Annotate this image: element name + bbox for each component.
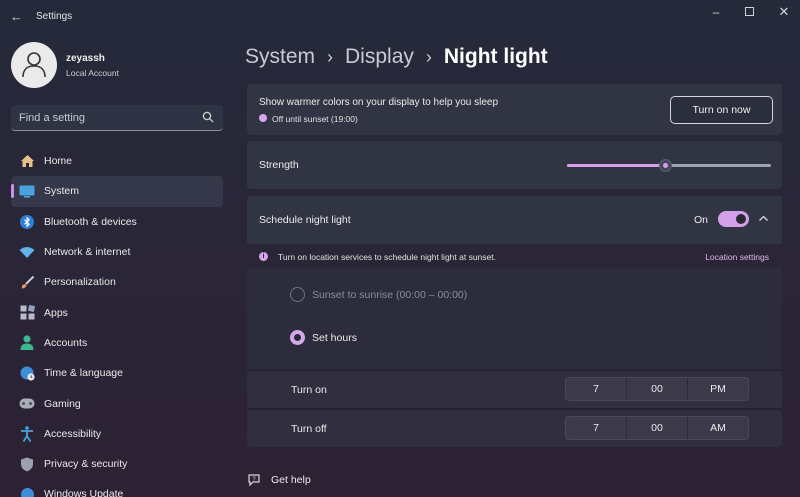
get-help-link[interactable]: ? Get help	[247, 473, 311, 487]
search-icon[interactable]	[202, 111, 214, 123]
turn-on-row: Turn on 7 00 PM	[247, 370, 782, 408]
sidebar-item-windows-update[interactable]: Windows Update	[11, 479, 223, 497]
sidebar-item-accessibility[interactable]: Accessibility	[11, 419, 223, 449]
sidebar-item-bluetooth[interactable]: Bluetooth & devices	[11, 207, 223, 237]
minute-field[interactable]: 00	[627, 378, 688, 400]
breadcrumb-display[interactable]: Display	[345, 45, 414, 69]
home-icon	[19, 153, 35, 169]
turn-off-label: Turn off	[291, 423, 327, 435]
sidebar-item-time-language[interactable]: Time & language	[11, 358, 223, 388]
app-title: Settings	[36, 11, 73, 22]
night-light-status: Off until sunset (19:00)	[272, 113, 358, 124]
turn-on-time-picker[interactable]: 7 00 PM	[565, 377, 749, 401]
help-chat-icon: ?	[248, 474, 260, 487]
turn-off-row: Turn off 7 00 AM	[247, 409, 782, 447]
user-silhouette-icon	[22, 52, 46, 78]
location-notice: i Turn on location services to schedule …	[247, 246, 782, 268]
close-icon[interactable]: ✕	[774, 5, 794, 19]
turn-on-label: Turn on	[291, 384, 327, 396]
location-notice-text: Turn on location services to schedule ni…	[278, 252, 496, 262]
period-field[interactable]: AM	[688, 417, 748, 439]
search-box[interactable]	[11, 105, 223, 131]
title-bar: ← Settings – ✕	[0, 0, 800, 34]
globe-clock-icon	[19, 365, 35, 381]
apps-icon	[19, 305, 35, 321]
night-light-description: Show warmer colors on your display to he…	[259, 97, 499, 108]
monitor-icon	[19, 183, 35, 199]
hour-field[interactable]: 7	[566, 417, 627, 439]
sidebar-item-personalization[interactable]: Personalization	[11, 267, 223, 297]
slider-fill	[567, 164, 665, 167]
chevron-right-icon: ›	[327, 46, 334, 67]
shield-icon	[19, 456, 35, 472]
sidebar-item-privacy[interactable]: Privacy & security	[11, 449, 223, 479]
user-name: zeyassh	[66, 53, 105, 64]
bluetooth-icon	[19, 214, 35, 230]
wifi-icon	[19, 244, 35, 260]
get-help-label: Get help	[271, 474, 311, 486]
sidebar-item-network[interactable]: Network & internet	[11, 237, 223, 267]
turn-off-time-picker[interactable]: 7 00 AM	[565, 416, 749, 440]
option-sunset-label: Sunset to sunrise (00:00 – 00:00)	[312, 289, 468, 301]
radio-sunset-to-sunrise[interactable]	[290, 287, 305, 302]
strength-slider[interactable]	[567, 158, 771, 172]
period-field[interactable]: PM	[688, 378, 748, 400]
brush-icon	[19, 274, 35, 290]
sidebar-nav: Home System Bluetooth & devices Network …	[11, 146, 223, 497]
search-input[interactable]	[19, 110, 189, 126]
info-icon: i	[259, 252, 268, 261]
maximize-icon[interactable]	[739, 5, 759, 19]
sidebar-item-system[interactable]: System	[11, 176, 223, 207]
gamepad-icon	[19, 396, 35, 412]
hour-field[interactable]: 7	[566, 378, 627, 400]
accessibility-icon	[19, 426, 35, 442]
location-settings-link[interactable]: Location settings	[705, 252, 769, 262]
chevron-up-icon[interactable]	[758, 213, 769, 224]
slider-thumb[interactable]	[658, 159, 672, 172]
sidebar-item-accounts[interactable]: Accounts	[11, 328, 223, 358]
sidebar-item-home[interactable]: Home	[11, 146, 223, 176]
breadcrumb-system[interactable]: System	[245, 45, 315, 69]
toggle-state-label: On	[694, 214, 709, 226]
schedule-label: Schedule night light	[259, 214, 351, 226]
avatar[interactable]	[11, 42, 57, 88]
schedule-card[interactable]: Schedule night light On	[247, 196, 782, 244]
strength-card: Strength	[247, 141, 782, 189]
breadcrumb: System › Display › Night light	[245, 42, 548, 72]
strength-label: Strength	[259, 159, 299, 171]
schedule-toggle[interactable]	[718, 211, 749, 227]
sidebar-item-gaming[interactable]: Gaming	[11, 388, 223, 418]
arrow-left-icon[interactable]: ←	[10, 9, 23, 24]
chevron-right-icon: ›	[425, 46, 432, 67]
account-type: Local Account	[66, 68, 119, 78]
schedule-options: Sunset to sunrise (00:00 – 00:00) Set ho…	[247, 268, 782, 369]
update-icon	[19, 486, 35, 497]
sidebar-item-apps[interactable]: Apps	[11, 297, 223, 327]
status-dot-icon	[259, 114, 267, 122]
turn-on-now-button[interactable]: Turn on now	[670, 96, 773, 124]
option-set-hours-label: Set hours	[312, 332, 357, 344]
person-icon	[19, 335, 35, 351]
minute-field[interactable]: 00	[627, 417, 688, 439]
minimize-icon[interactable]: –	[706, 5, 726, 19]
page-title: Night light	[443, 45, 548, 68]
night-light-card: Show warmer colors on your display to he…	[247, 84, 782, 135]
radio-set-hours[interactable]	[290, 330, 305, 345]
